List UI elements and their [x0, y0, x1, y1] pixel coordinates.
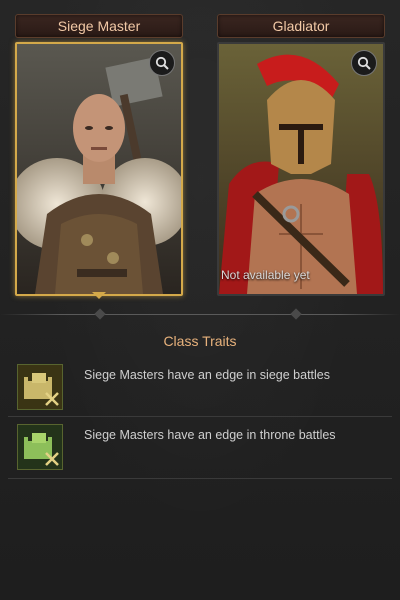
magnifier-icon[interactable] — [149, 50, 175, 76]
trait-item: Siege Masters have an edge in siege batt… — [15, 362, 385, 418]
gladiator-portrait[interactable]: Not available yet — [217, 42, 385, 296]
selection-indicator — [92, 292, 106, 299]
siege-master-portrait[interactable] — [15, 42, 183, 296]
gladiator-status: Not available yet — [221, 268, 310, 282]
trait-text: Siege Masters have an edge in siege batt… — [84, 368, 330, 382]
class-name-siege-master: Siege Master — [15, 14, 183, 38]
class-card-gladiator[interactable]: Gladiator Not available yet — [217, 14, 385, 296]
trait-item: Siege Masters have an edge in throne bat… — [15, 422, 385, 478]
magnifier-icon[interactable] — [351, 50, 377, 76]
siege-fortress-icon — [17, 364, 63, 410]
class-traits-title: Class Traits — [163, 333, 237, 349]
trait-text: Siege Masters have an edge in throne bat… — [84, 428, 336, 442]
section-divider — [0, 308, 400, 320]
throne-fortress-icon — [17, 424, 63, 470]
class-name-gladiator: Gladiator — [217, 14, 385, 38]
trait-separator — [8, 416, 392, 417]
class-card-siege-master[interactable]: Siege Master — [15, 14, 183, 296]
trait-separator — [8, 478, 392, 479]
